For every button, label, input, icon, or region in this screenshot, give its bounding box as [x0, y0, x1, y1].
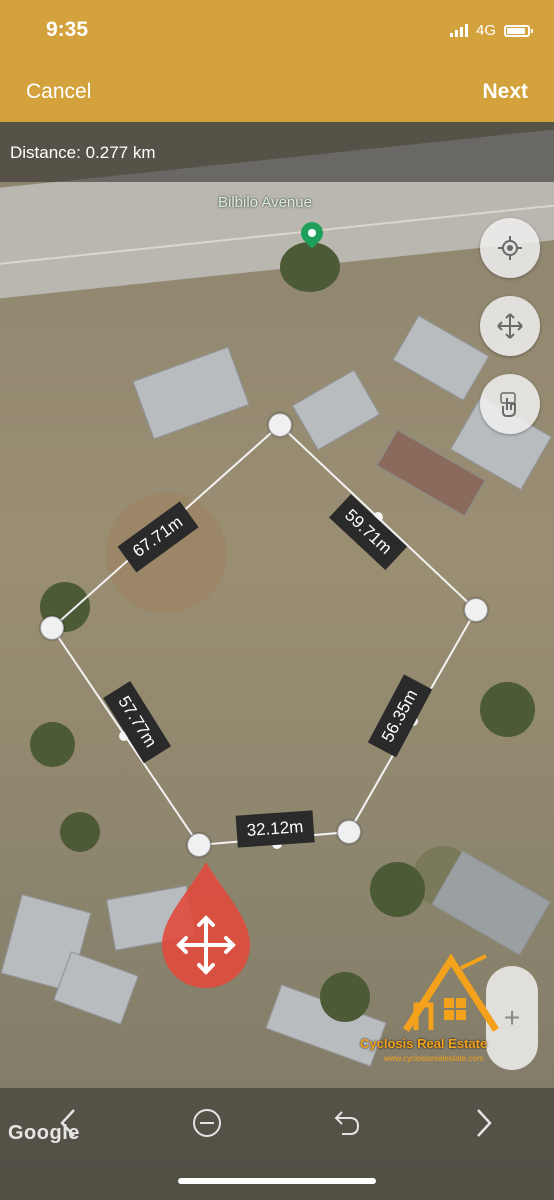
home-indicator[interactable] [178, 1178, 376, 1184]
building [53, 951, 139, 1025]
status-icons: 4G [449, 22, 533, 39]
chevron-left-icon [60, 1109, 75, 1137]
undo-button[interactable] [327, 1107, 367, 1139]
drag-handle[interactable] [160, 860, 252, 990]
hand-pointer-icon [500, 392, 516, 417]
distance-bar: Distance: 0.277 km [0, 122, 554, 182]
cancel-button[interactable]: Cancel [26, 80, 91, 104]
top-bar: 9:35 4G Cancel Next [0, 0, 554, 122]
locate-button[interactable] [480, 218, 540, 278]
tree [60, 812, 100, 852]
cyclosis-logo [403, 953, 499, 1032]
watermark-url: www.cyclosisrealestate.com [384, 1054, 484, 1063]
street-label: Bilbilo Avenue [218, 194, 312, 211]
watermark-name: Cyclosis Real Estate [360, 1036, 488, 1051]
polygon-vertex[interactable] [40, 616, 64, 640]
tree [370, 862, 425, 917]
tree [280, 242, 340, 292]
polygon-vertex[interactable] [337, 820, 361, 844]
polygon-vertex[interactable] [464, 598, 488, 622]
tree [480, 682, 535, 737]
status-time: 9:35 [46, 18, 89, 41]
signal-icon [449, 24, 468, 37]
undo-icon [334, 1111, 360, 1135]
minus-circle-icon [193, 1109, 221, 1137]
back-button[interactable] [48, 1107, 88, 1139]
building [431, 850, 551, 956]
pan-mode-button[interactable] [480, 296, 540, 356]
building [132, 346, 250, 440]
crosshair-icon [498, 236, 522, 260]
battery-icon [504, 24, 533, 37]
chevron-right-icon [477, 1109, 492, 1137]
tree [30, 722, 75, 767]
building [291, 369, 381, 451]
polygon-vertex[interactable] [268, 413, 292, 437]
distance-readout: Distance: 0.277 km [10, 143, 156, 162]
building [392, 314, 490, 402]
segment-length-label: 32.12m [235, 810, 315, 848]
next-button[interactable]: Next [482, 80, 528, 104]
touch-mode-button[interactable] [480, 374, 540, 434]
polygon-vertex[interactable] [187, 833, 211, 857]
remove-point-button[interactable] [187, 1107, 227, 1139]
move-arrows-icon [497, 313, 523, 339]
network-type: 4G [475, 22, 496, 39]
forward-button[interactable] [464, 1107, 504, 1139]
